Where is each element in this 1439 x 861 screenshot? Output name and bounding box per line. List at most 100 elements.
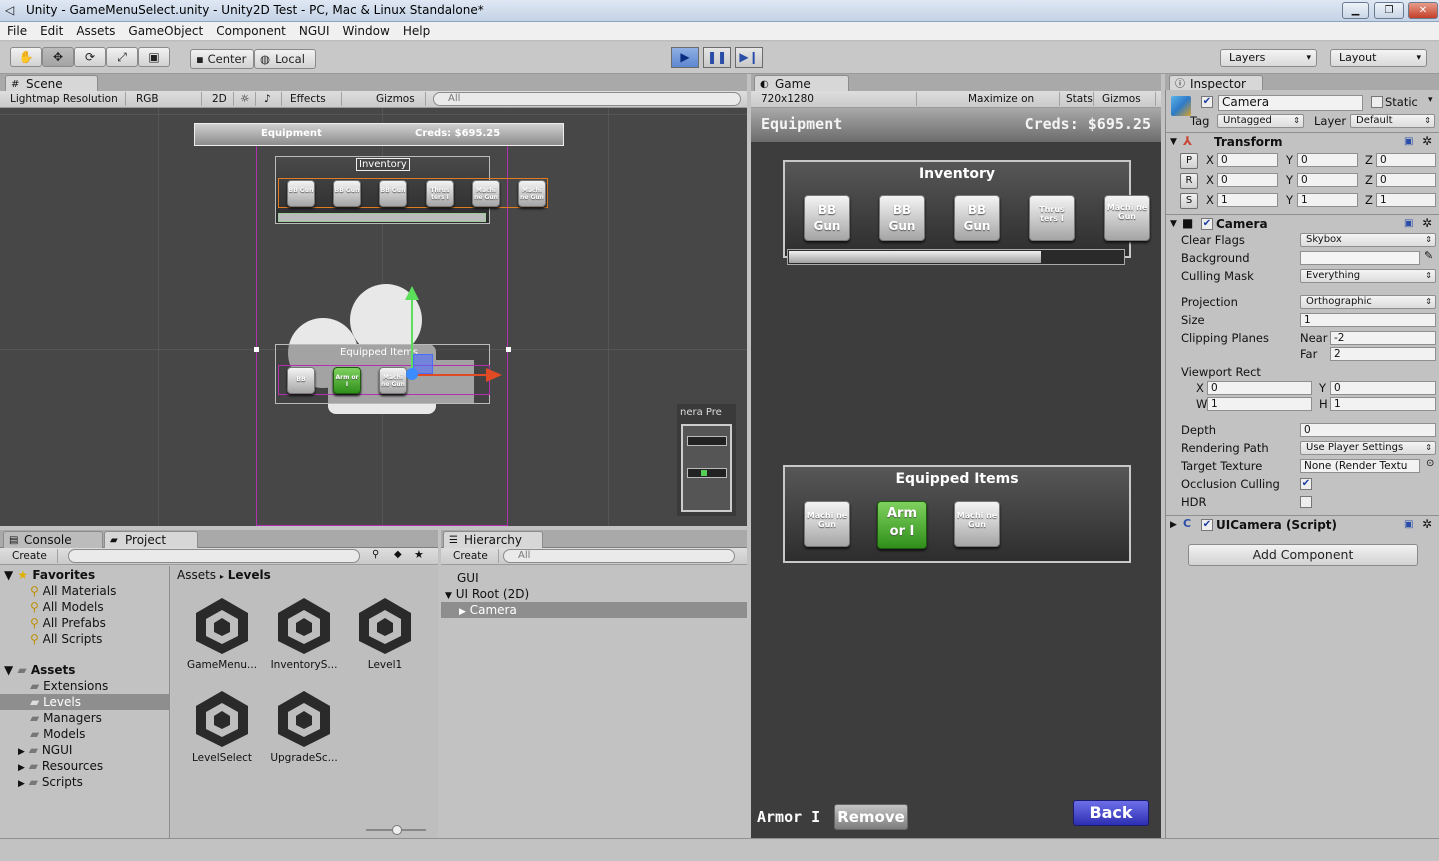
transform-z-field[interactable]: 1: [1376, 193, 1436, 207]
folder-item[interactable]: ▰ Managers: [30, 710, 102, 726]
rect-tool-icon[interactable]: ▣: [138, 47, 170, 67]
gear-icon[interactable]: ✲: [1422, 133, 1432, 149]
file-item[interactable]: GameMenu...: [182, 596, 262, 671]
favorite-star-icon[interactable]: ★: [414, 548, 424, 561]
folder-item[interactable]: ▶ ▰ Scripts: [18, 774, 83, 790]
viewport-h-field[interactable]: 1: [1330, 397, 1436, 411]
render-mode-dropdown[interactable]: Lightmap Resolution: [6, 92, 126, 106]
hdr-checkbox[interactable]: [1300, 496, 1312, 508]
folder-item[interactable]: ▰ Extensions: [30, 678, 108, 694]
tab-console[interactable]: ▤ Console: [3, 531, 103, 549]
close-button[interactable]: ✕: [1408, 2, 1438, 19]
favorite-item[interactable]: ⚲ All Models: [30, 599, 104, 615]
gear-icon[interactable]: ✲: [1422, 516, 1432, 532]
transform-y-field[interactable]: 0: [1297, 173, 1358, 187]
active-checkbox[interactable]: ✔: [1201, 96, 1213, 108]
uicamera-header[interactable]: ▶ C ✔ UICamera (Script) ▣ ✲: [1166, 515, 1439, 533]
hierarchy-search-input[interactable]: All: [503, 549, 735, 563]
tab-project[interactable]: ▰ Project: [104, 531, 198, 549]
back-button[interactable]: Back: [1073, 800, 1149, 826]
file-item[interactable]: InventoryS...: [264, 596, 344, 671]
folder-item[interactable]: ▰ Levels: [30, 694, 81, 710]
transform-x-field[interactable]: 0: [1217, 153, 1278, 167]
file-item[interactable]: Level1: [345, 596, 425, 671]
project-create-dropdown[interactable]: Create: [8, 549, 58, 563]
static-dropdown-arrow[interactable]: ▾: [1428, 95, 1433, 105]
transform-z-field[interactable]: 0: [1376, 173, 1436, 187]
target-texture-field[interactable]: None (Render Textu: [1300, 459, 1420, 473]
move-handle-y-arrow[interactable]: [405, 286, 419, 300]
menu-edit[interactable]: Edit: [33, 22, 69, 38]
menu-window[interactable]: Window: [336, 22, 396, 38]
favorite-item[interactable]: ⚲ All Scripts: [30, 631, 102, 647]
camera-header[interactable]: ▼ ■ ✔ Camera ▣ ✲: [1166, 214, 1439, 232]
inventory-item-button[interactable]: BB Gun: [954, 195, 1000, 241]
rect-handle[interactable]: [506, 347, 511, 352]
clear-flags-dropdown[interactable]: Skybox: [1300, 233, 1436, 247]
favorites-root[interactable]: ▼ ★ Favorites: [4, 567, 95, 583]
near-field[interactable]: -2: [1330, 331, 1436, 345]
camera-enabled-checkbox[interactable]: ✔: [1201, 218, 1213, 230]
transform-r-button[interactable]: R: [1180, 173, 1198, 189]
2d-toggle[interactable]: 2D: [208, 92, 234, 106]
transform-header[interactable]: ▼ ⅄ Transform ▣ ✲: [1166, 132, 1439, 150]
hierarchy-item[interactable]: ▼ UI Root (2D): [445, 586, 529, 602]
transform-p-button[interactable]: P: [1180, 153, 1198, 169]
transform-x-field[interactable]: 1: [1217, 193, 1278, 207]
menu-help[interactable]: Help: [396, 22, 436, 38]
viewport-x-field[interactable]: 0: [1207, 381, 1312, 395]
menu-component[interactable]: Component: [209, 22, 292, 38]
favorite-item[interactable]: ⚲ All Prefabs: [30, 615, 106, 631]
folder-item[interactable]: ▰ Models: [30, 726, 85, 742]
equipped-item-button[interactable]: Machi ne Gun: [804, 501, 850, 547]
pause-button[interactable]: ❚❚: [703, 47, 731, 68]
hierarchy-item[interactable]: GUI: [457, 570, 479, 586]
inventory-scroll-thumb[interactable]: [789, 251, 1041, 263]
scale-tool-icon[interactable]: ⤢: [106, 47, 138, 67]
rotate-tool-icon[interactable]: ⟳: [74, 47, 106, 67]
object-name-field[interactable]: Camera: [1218, 95, 1363, 111]
help-icon[interactable]: ▣: [1404, 134, 1413, 150]
filter-label-icon[interactable]: ◆: [394, 549, 402, 560]
move-handle-x-arrow[interactable]: [486, 368, 502, 382]
menu-gameobject[interactable]: GameObject: [121, 22, 209, 38]
file-item[interactable]: LevelSelect: [182, 689, 262, 764]
menu-ngui[interactable]: NGUI: [292, 22, 336, 38]
background-color-field[interactable]: [1300, 251, 1420, 265]
projection-dropdown[interactable]: Orthographic: [1300, 295, 1436, 309]
slider-thumb[interactable]: [392, 825, 402, 835]
eyedropper-icon[interactable]: ✎: [1424, 249, 1433, 262]
static-checkbox[interactable]: [1371, 96, 1383, 108]
game-view[interactable]: Equipment Creds: $695.25 Inventory BB Gu…: [751, 108, 1161, 838]
inventory-item-button[interactable]: Thrus ters I: [1029, 195, 1075, 241]
occlusion-culling-checkbox[interactable]: ✔: [1300, 478, 1312, 490]
resolution-dropdown[interactable]: 720x1280: [757, 92, 917, 106]
hand-tool-icon[interactable]: ✋: [10, 47, 42, 67]
lighting-icon[interactable]: ☼: [236, 92, 256, 106]
transform-y-field[interactable]: 0: [1297, 153, 1358, 167]
assets-root[interactable]: ▼ ▰ Assets: [4, 662, 75, 678]
culling-mask-dropdown[interactable]: Everything: [1300, 269, 1436, 283]
favorite-item[interactable]: ⚲ All Materials: [30, 583, 116, 599]
transform-y-field[interactable]: 1: [1297, 193, 1358, 207]
pivot-center-button[interactable]: ▪ Center: [190, 49, 254, 69]
help-icon[interactable]: ▣: [1404, 216, 1413, 232]
layers-dropdown[interactable]: Layers: [1220, 49, 1317, 67]
channel-dropdown[interactable]: RGB: [132, 92, 202, 106]
remove-button[interactable]: Remove: [834, 804, 908, 830]
gear-icon[interactable]: ✲: [1422, 215, 1432, 231]
effects-dropdown[interactable]: Effects: [286, 92, 342, 106]
rendering-path-dropdown[interactable]: Use Player Settings: [1300, 441, 1436, 455]
stats-toggle[interactable]: Stats: [1062, 92, 1094, 106]
depth-field[interactable]: 0: [1300, 423, 1436, 437]
game-gizmos-dropdown[interactable]: Gizmos: [1098, 92, 1156, 106]
menu-assets[interactable]: Assets: [69, 22, 121, 38]
size-field[interactable]: 1: [1300, 313, 1436, 327]
inventory-item-button[interactable]: BB Gun: [879, 195, 925, 241]
inventory-scrollbar[interactable]: [787, 249, 1125, 265]
help-icon[interactable]: ▣: [1404, 517, 1413, 533]
uicamera-enabled-checkbox[interactable]: ✔: [1201, 519, 1213, 531]
play-button[interactable]: ▶: [671, 47, 699, 68]
pivot-point[interactable]: [406, 368, 418, 380]
audio-icon[interactable]: ♪: [260, 92, 282, 106]
